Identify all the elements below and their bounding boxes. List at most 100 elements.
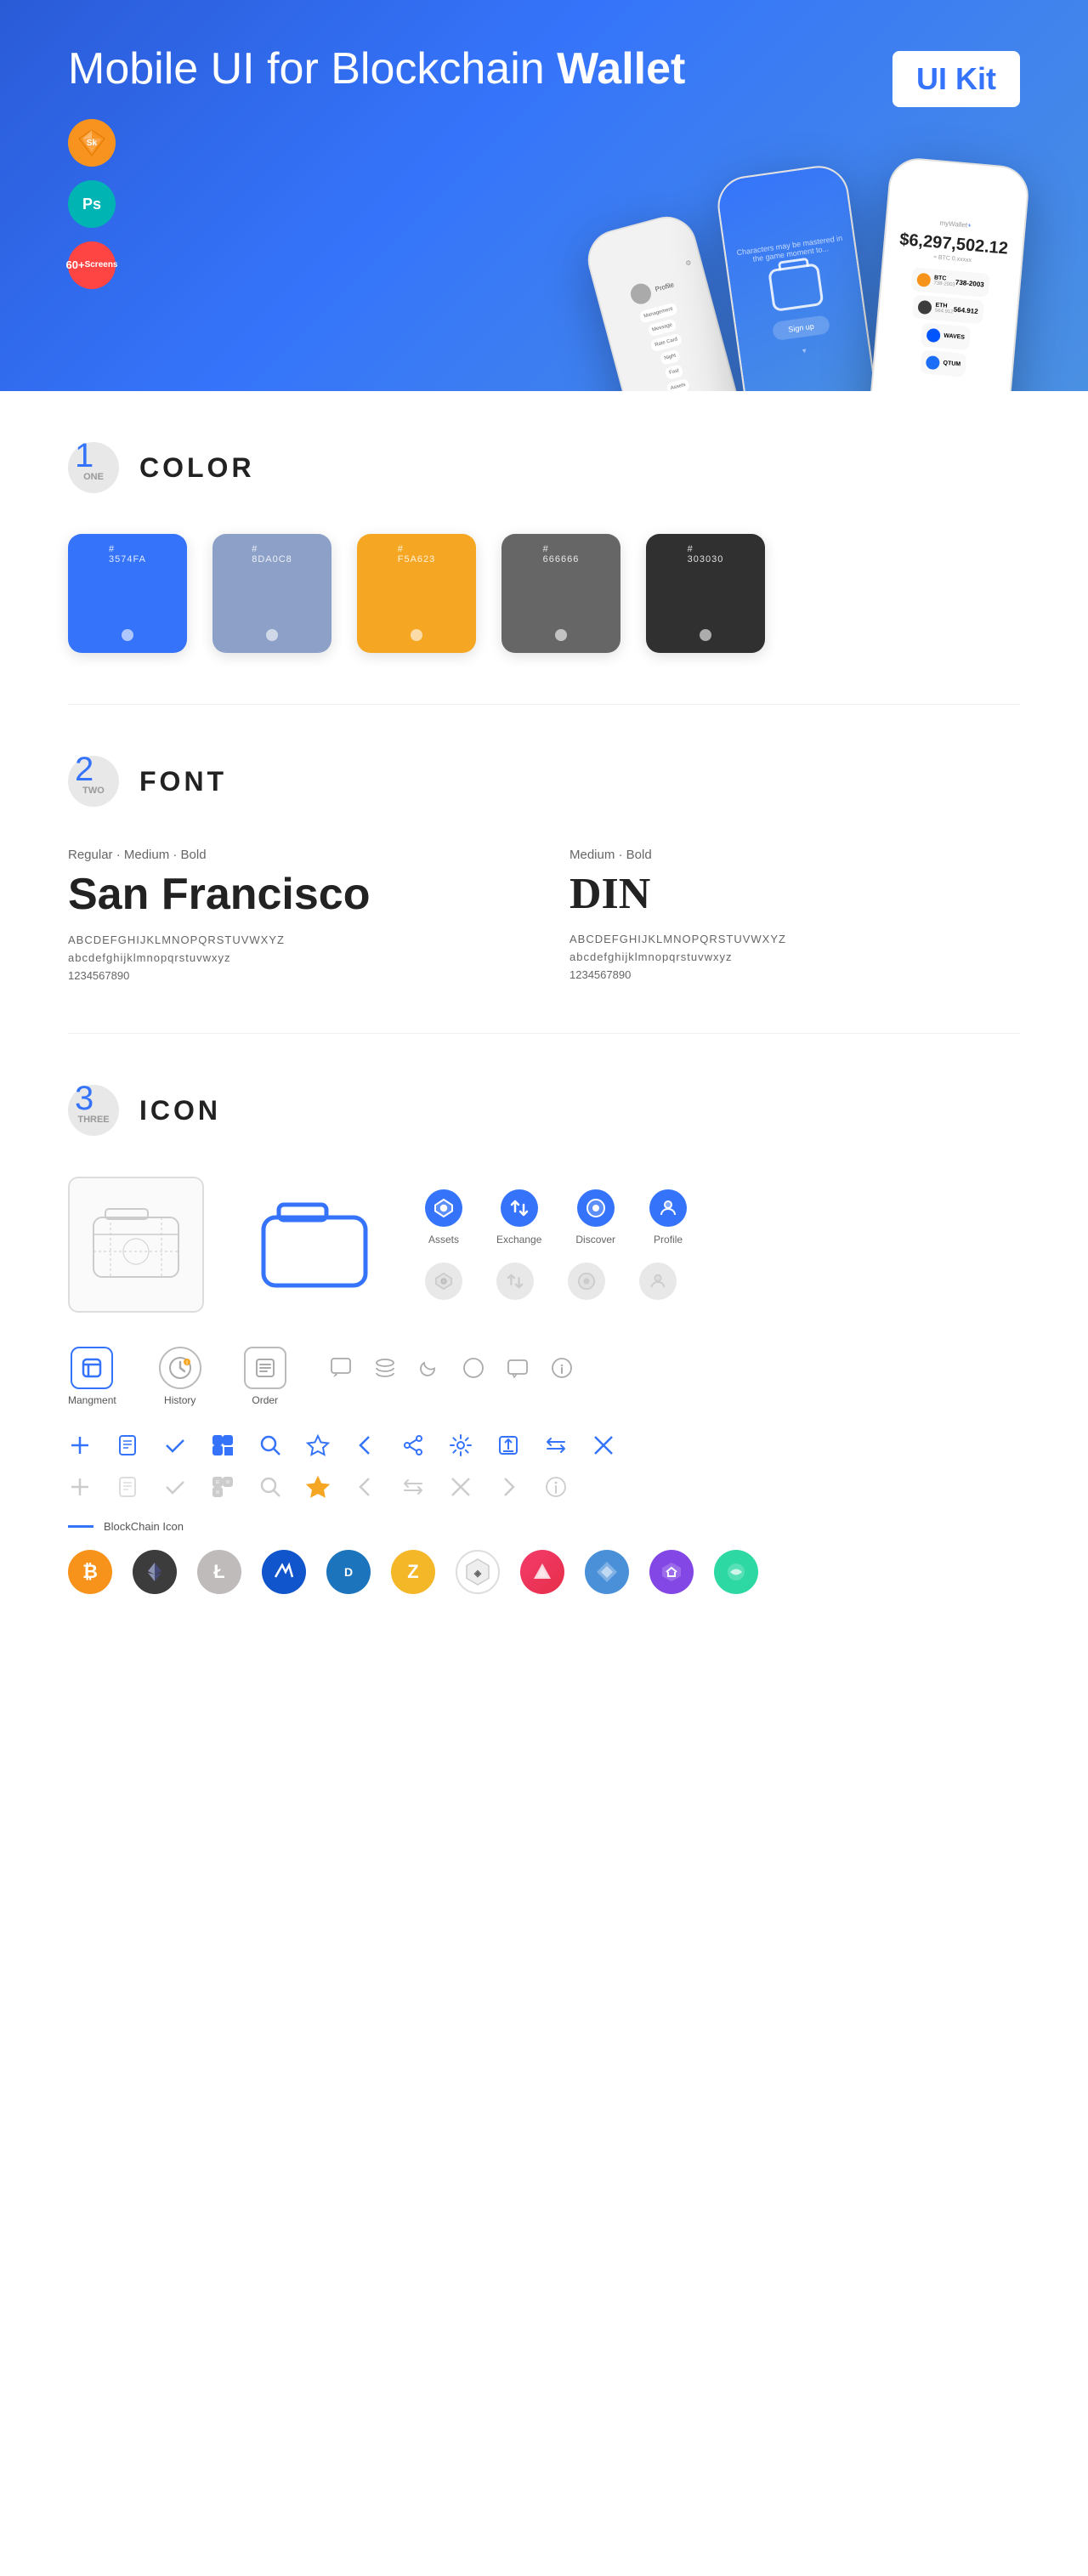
hero-title: Mobile UI for Blockchain Wallet	[68, 43, 1020, 95]
nav-icon-discover: Discover	[575, 1189, 615, 1245]
x-icon-gray	[449, 1475, 473, 1503]
assets-svg	[434, 1198, 454, 1218]
profile-icon-gray	[639, 1262, 677, 1300]
star-icon	[306, 1433, 330, 1461]
order-label: Order	[252, 1394, 278, 1406]
svg-text:Sk: Sk	[87, 139, 98, 148]
plus-icon	[68, 1433, 92, 1461]
profile-label: Profile	[654, 1234, 683, 1245]
ps-badge: Ps	[68, 180, 116, 228]
nav-icon-exchange-gray	[496, 1262, 534, 1300]
sf-style-label: Regular · Medium · Bold	[68, 848, 518, 862]
crypto-btc-icon: ₿	[68, 1550, 112, 1594]
color-section-number: 1 ONE	[68, 442, 119, 493]
nav-icons-container: Assets Exchange	[425, 1189, 1020, 1300]
crypto-ltc-icon: Ł	[197, 1550, 241, 1594]
blockchain-section: BlockChain Icon ₿ Ł	[68, 1520, 1020, 1594]
icon-main-row: Assets Exchange	[68, 1177, 1020, 1313]
color-swatch-orange: #F5A623	[357, 534, 476, 653]
font-section-number: 2 TWO	[68, 756, 119, 807]
misc-icons-row	[329, 1356, 574, 1406]
qr-icon	[211, 1433, 235, 1461]
phone-left: ⚙ Profile Management Message Rate Card N…	[581, 210, 745, 391]
icon-section-title: ICON	[139, 1095, 221, 1126]
discover-label: Discover	[575, 1234, 615, 1245]
profile-svg	[658, 1198, 678, 1218]
sketch-icon: Sk	[77, 128, 106, 157]
close-icon	[592, 1433, 615, 1461]
ui-kit-badge: UI Kit	[892, 51, 1020, 107]
hero-title-bold: Wallet	[557, 44, 685, 94]
crypto-dash-icon: D	[326, 1550, 371, 1594]
blockchain-label: BlockChain Icon	[104, 1520, 184, 1533]
phone-mockups: ⚙ Profile Management Message Rate Card N…	[604, 153, 1020, 391]
crypto-decred-icon	[714, 1550, 758, 1594]
assets-icon	[425, 1189, 462, 1227]
upload-icon	[496, 1433, 520, 1461]
profile-icon	[649, 1189, 687, 1227]
din-lowercase: abcdefghijklmnopqrstuvwxyz	[570, 950, 1020, 963]
receipt-icon-gray	[116, 1475, 139, 1503]
crypto-zcash-icon: Z	[391, 1550, 435, 1594]
tab-history: ! History	[159, 1347, 201, 1406]
font-sf: Regular · Medium · Bold San Francisco AB…	[68, 848, 518, 982]
nav-icon-discover-gray	[568, 1262, 605, 1300]
sf-numbers: 1234567890	[68, 969, 518, 982]
phone-center: Characters may be mastered in the game m…	[714, 162, 880, 391]
count-badge: 60+Screens	[68, 241, 116, 289]
nav-icons-top: Assets Exchange	[425, 1189, 1020, 1245]
management-icon	[71, 1347, 113, 1389]
din-name: DIN	[570, 869, 1020, 919]
tab-management: Mangment	[68, 1347, 116, 1406]
font-din: Medium · Bold DIN ABCDEFGHIJKLMNOPQRSTUV…	[570, 848, 1020, 982]
hero-badges: Sk Ps 60+Screens	[68, 119, 116, 289]
history-label: History	[164, 1394, 196, 1406]
history-icon: !	[159, 1347, 201, 1389]
color-swatch-slate: #8DA0C8	[212, 534, 332, 653]
exchange-icon-gray	[496, 1262, 534, 1300]
search-icon	[258, 1433, 282, 1461]
star-icon-yellow	[306, 1475, 330, 1503]
discover-svg	[586, 1198, 606, 1218]
plus-icon-gray	[68, 1475, 92, 1503]
nav-icon-assets-gray	[425, 1262, 462, 1300]
chevron-left-icon	[354, 1433, 377, 1461]
management-label: Mangment	[68, 1394, 116, 1406]
sketch-badge: Sk	[68, 119, 116, 167]
font-section: 2 TWO FONT Regular · Medium · Bold San F…	[0, 705, 1088, 1033]
sf-name: San Francisco	[68, 869, 518, 920]
crypto-iota-icon: ◈	[456, 1550, 500, 1594]
crypto-waves-icon	[262, 1550, 306, 1594]
din-uppercase: ABCDEFGHIJKLMNOPQRSTUVWXYZ	[570, 933, 1020, 945]
crypto-nano-icon	[585, 1550, 629, 1594]
font-section-header: 2 TWO FONT	[68, 756, 1020, 807]
wireframe-wallet-svg	[85, 1200, 187, 1285]
exchange-icon	[501, 1189, 538, 1227]
phone-right: myWallet + $6,297,502.12 ≈ BTC 0.xxxxx B…	[867, 156, 1030, 391]
sf-uppercase: ABCDEFGHIJKLMNOPQRSTUVWXYZ	[68, 933, 518, 946]
font-grid: Regular · Medium · Bold San Francisco AB…	[68, 848, 1020, 982]
sf-lowercase: abcdefghijklmnopqrstuvwxyz	[68, 951, 518, 964]
nav-icon-profile-gray	[639, 1262, 677, 1300]
settings-icon	[449, 1433, 473, 1461]
din-style-label: Medium · Bold	[570, 848, 1020, 862]
svg-text:D: D	[344, 1565, 353, 1579]
color-swatch-blue: #3574FA	[68, 534, 187, 653]
crypto-icons-row: ₿ Ł D	[68, 1550, 1020, 1594]
share-icon	[401, 1433, 425, 1461]
transfer-icon-gray	[401, 1475, 425, 1503]
exchange-label: Exchange	[496, 1234, 541, 1245]
assets-icon-gray	[425, 1262, 462, 1300]
crypto-matic-icon	[649, 1550, 694, 1594]
svg-text:!: !	[186, 1361, 188, 1366]
moon-icon	[417, 1356, 441, 1384]
exchange-svg	[509, 1198, 530, 1218]
svg-text:◈: ◈	[473, 1569, 482, 1579]
din-numbers: 1234567890	[570, 968, 1020, 981]
chevron-left-icon-gray	[354, 1475, 377, 1503]
hero-title-normal: Mobile UI for Blockchain	[68, 44, 557, 94]
blue-wallet-container	[238, 1179, 391, 1311]
order-icon	[244, 1347, 286, 1389]
chat-icon	[329, 1356, 353, 1384]
color-section-title: COLOR	[139, 452, 255, 484]
